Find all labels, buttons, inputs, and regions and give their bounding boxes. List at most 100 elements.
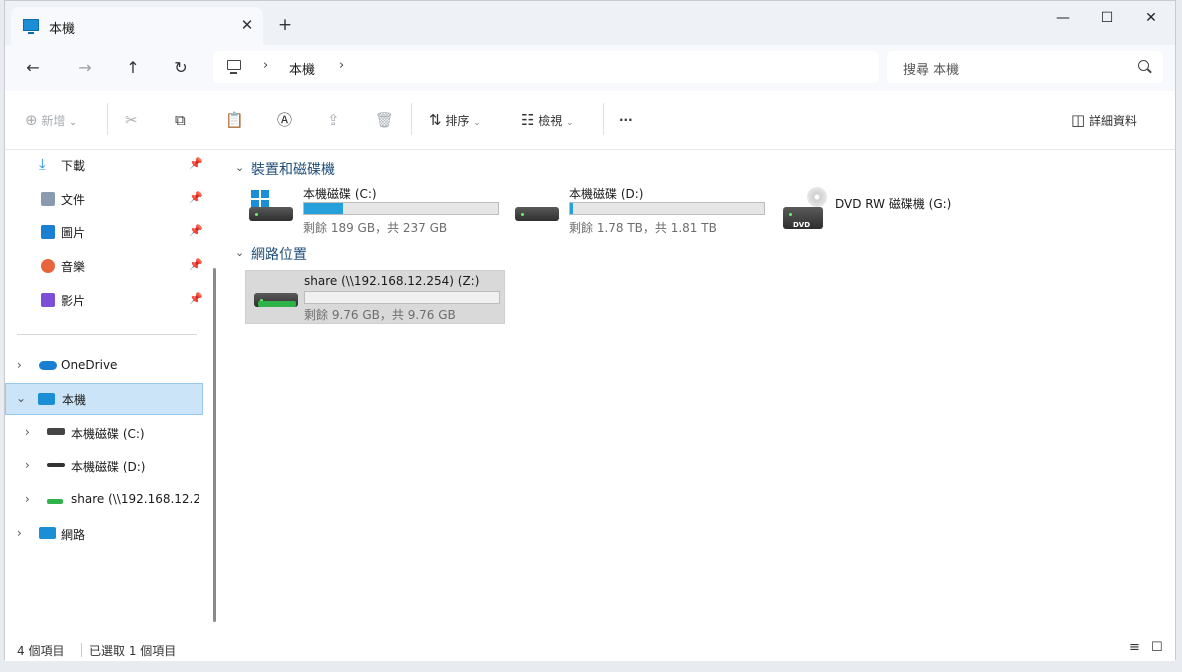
new-label: 新增	[41, 114, 66, 128]
sidebar-item-drive-c[interactable]: › 本機磁碟 (C:)	[5, 418, 205, 448]
sidebar-item-drive-d[interactable]: › 本機磁碟 (D:)	[5, 451, 205, 481]
tab-title: 本機	[49, 22, 76, 37]
group-heading-network-locations[interactable]: 網路位置	[251, 244, 307, 264]
forward-button[interactable]: →	[73, 57, 97, 79]
sidebar-item-label: 圖片	[61, 226, 86, 240]
drive-icon	[47, 463, 65, 467]
pin-icon[interactable]: 📌	[189, 191, 203, 204]
refresh-button[interactable]: ↻	[169, 57, 193, 79]
chevron-right-icon[interactable]: ›	[25, 492, 30, 506]
view-button[interactable]: ☷ 檢視 ⌄	[521, 109, 574, 131]
pin-icon[interactable]: 📌	[189, 258, 203, 271]
chevron-down-icon: ⌄	[69, 118, 77, 128]
share-button[interactable]: ⇪	[327, 109, 340, 131]
tiles-view-button[interactable]: ☐	[1151, 640, 1163, 655]
network-drive-item-z[interactable]: share (\\192.168.12.254) (Z:) 剩餘 9.76 GB…	[245, 270, 505, 324]
sidebar-item-label: share (\\192.168.12.254	[71, 492, 199, 506]
toolbar-divider	[107, 103, 108, 135]
collapse-group-icon[interactable]: ⌄	[235, 161, 244, 174]
sidebar-item-onedrive[interactable]: › OneDrive	[5, 351, 205, 381]
sidebar-item-pictures[interactable]: 圖片 📌	[5, 217, 205, 247]
minimize-button[interactable]: —	[1041, 7, 1085, 29]
item-count: 4 個項目	[17, 644, 65, 658]
music-icon	[41, 259, 55, 273]
toolbar-divider	[411, 103, 412, 135]
drive-usage-fill	[570, 203, 574, 214]
plus-circle-icon: ⊕	[25, 111, 38, 129]
more-options-button[interactable]: ···	[619, 109, 633, 131]
drive-free-space: 剩餘 9.76 GB，共 9.76 GB	[304, 308, 456, 322]
details-pane-button[interactable]: ◫ 詳細資料	[1071, 109, 1137, 131]
chevron-right-icon[interactable]: ›	[17, 358, 22, 372]
status-divider	[81, 643, 82, 657]
sidebar-item-label: 本機磁碟 (C:)	[71, 427, 145, 441]
document-icon	[41, 192, 55, 206]
drive-free-space: 剩餘 1.78 TB，共 1.81 TB	[569, 221, 717, 235]
navigation-bar: ← → ↑ ↻ › 本機 › 搜尋 本機	[5, 45, 1175, 92]
download-icon: ⤓	[39, 155, 46, 173]
drive-item-c[interactable]: 本機磁碟 (C:) 剩餘 189 GB，共 237 GB	[245, 185, 505, 239]
drive-usage-bar	[304, 291, 500, 304]
sidebar-item-label: 本機磁碟 (D:)	[71, 460, 146, 474]
breadcrumb-separator[interactable]: ›	[263, 58, 268, 73]
videos-icon	[41, 293, 55, 307]
hard-drive-icon	[515, 207, 559, 221]
tab-this-pc[interactable]: 本機 ✕	[11, 7, 263, 45]
sort-button[interactable]: ⇅ 排序 ⌄	[429, 109, 481, 131]
new-button[interactable]: ⊕ 新增 ⌄	[25, 109, 77, 131]
details-view-button[interactable]: ≡	[1129, 640, 1140, 655]
sidebar-item-downloads[interactable]: ⤓ 下載 📌	[5, 150, 205, 180]
back-button[interactable]: ←	[21, 57, 45, 79]
network-icon	[39, 527, 56, 539]
sidebar-item-label: OneDrive	[61, 358, 118, 372]
sidebar-item-label: 音樂	[61, 260, 86, 274]
breadcrumb-separator[interactable]: ›	[339, 58, 344, 73]
sidebar-item-music[interactable]: 音樂 📌	[5, 251, 205, 281]
drive-item-d[interactable]: 本機磁碟 (D:) 剩餘 1.78 TB，共 1.81 TB	[511, 185, 771, 239]
chevron-down-icon: ⌄	[473, 118, 481, 128]
address-bar[interactable]: › 本機 ›	[213, 51, 879, 83]
network-drive-icon	[47, 499, 63, 504]
copy-button[interactable]: ⧉	[175, 109, 186, 131]
new-tab-button[interactable]: +	[275, 15, 295, 35]
sidebar-item-label: 影片	[61, 294, 86, 308]
cloud-icon	[39, 361, 57, 370]
sidebar-item-network[interactable]: › 網路	[5, 519, 205, 549]
sidebar-item-label: 本機	[62, 393, 87, 407]
cut-button[interactable]: ✂	[125, 109, 138, 131]
title-bar: 本機 ✕ + — ☐ ✕	[5, 1, 1175, 45]
collapse-group-icon[interactable]: ⌄	[235, 246, 244, 259]
details-label: 詳細資料	[1089, 114, 1138, 128]
chevron-right-icon[interactable]: ›	[17, 526, 22, 540]
maximize-button[interactable]: ☐	[1085, 7, 1129, 29]
sidebar-item-this-pc[interactable]: ⌄ 本機	[5, 383, 203, 415]
view-label: 檢視	[538, 114, 563, 128]
chevron-down-icon[interactable]: ⌄	[16, 391, 26, 405]
search-icon[interactable]	[1138, 60, 1149, 71]
close-tab-icon[interactable]: ✕	[237, 15, 257, 35]
chevron-right-icon[interactable]: ›	[25, 425, 30, 439]
up-button[interactable]: ↑	[121, 57, 145, 79]
sidebar-item-videos[interactable]: 影片 📌	[5, 285, 205, 315]
pin-icon[interactable]: 📌	[189, 292, 203, 305]
sidebar-scrollbar[interactable]	[213, 268, 216, 622]
selected-count: 已選取 1 個項目	[89, 644, 177, 658]
pin-icon[interactable]: 📌	[189, 224, 203, 237]
rename-button[interactable]: Ⓐ	[277, 109, 292, 131]
delete-button[interactable]: 🗑	[375, 109, 394, 131]
pin-icon[interactable]: 📌	[189, 157, 203, 170]
drive-item-dvd[interactable]: DVD DVD RW 磁碟機 (G:)	[777, 185, 1037, 239]
chevron-right-icon[interactable]: ›	[25, 458, 30, 472]
paste-button[interactable]: 📋	[225, 109, 244, 131]
view-icon: ☷	[521, 111, 535, 129]
sidebar-item-network-share[interactable]: › share (\\192.168.12.254	[5, 485, 205, 515]
status-bar: 4 個項目 已選取 1 個項目 ≡ ☐	[5, 637, 1175, 661]
disc-icon	[807, 187, 827, 207]
sidebar-item-documents[interactable]: 文件 📌	[5, 184, 205, 214]
close-window-button[interactable]: ✕	[1129, 7, 1173, 29]
sidebar-divider	[17, 334, 197, 335]
group-heading-devices[interactable]: 裝置和磁碟機	[251, 159, 335, 179]
breadcrumb-this-pc[interactable]: 本機	[289, 59, 315, 78]
drive-usage-fill	[304, 203, 343, 214]
search-input[interactable]: 搜尋 本機	[887, 51, 1163, 83]
